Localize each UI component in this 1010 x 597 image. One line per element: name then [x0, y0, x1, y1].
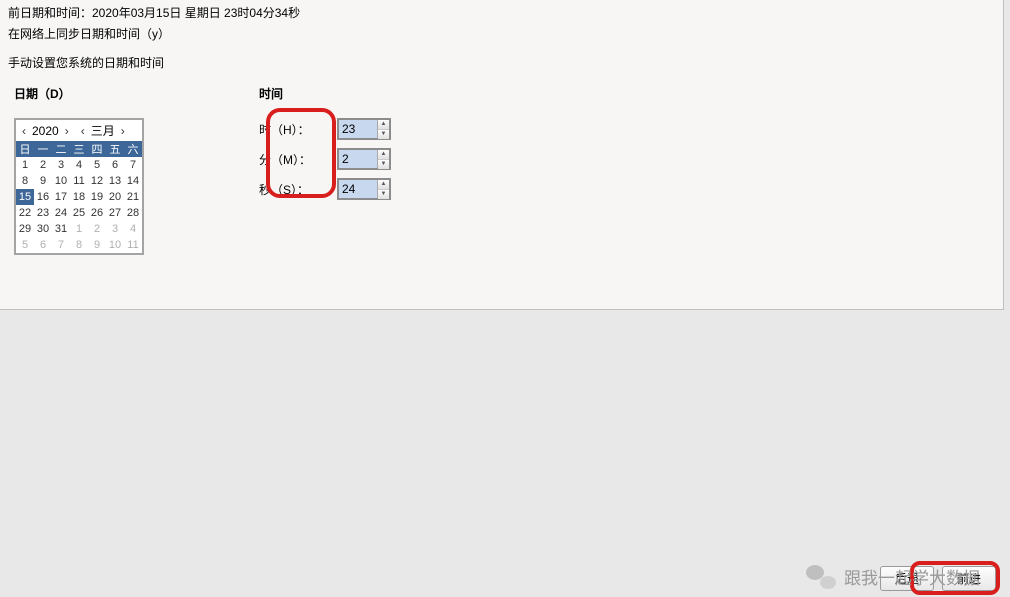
calendar-day[interactable]: 9 [34, 173, 52, 189]
calendar-day[interactable]: 6 [34, 237, 52, 253]
calendar-weekday: 五 [106, 141, 124, 157]
second-up-icon[interactable]: ▲ [378, 180, 389, 190]
month-next-icon[interactable]: › [119, 124, 127, 138]
calendar-grid: 日一二三四五六 12345678910111213141516171819202… [16, 141, 142, 253]
calendar-day[interactable]: 8 [70, 237, 88, 253]
minute-input[interactable] [339, 150, 377, 168]
hour-up-icon[interactable]: ▲ [378, 120, 389, 130]
calendar-day[interactable]: 9 [88, 237, 106, 253]
second-input[interactable] [339, 180, 377, 198]
minute-down-icon[interactable]: ▼ [378, 160, 389, 169]
calendar-day[interactable]: 7 [124, 157, 142, 173]
calendar-day[interactable]: 15 [16, 189, 34, 205]
calendar-day[interactable]: 10 [52, 173, 70, 189]
calendar-day[interactable]: 11 [70, 173, 88, 189]
calendar-day[interactable]: 7 [52, 237, 70, 253]
calendar-day[interactable]: 25 [70, 205, 88, 221]
date-section: 日期（D） ‹ 2020 › ‹ 三月 › 日一二三四五六 1234567891… [14, 85, 144, 255]
network-sync-line: 在网络上同步日期和时间（y） [8, 25, 995, 42]
minute-label: 分（M）： [259, 151, 337, 168]
time-section: 时间 时（H）： ▲ ▼ 分（M）： [259, 85, 391, 255]
second-down-icon[interactable]: ▼ [378, 190, 389, 199]
minute-up-icon[interactable]: ▲ [378, 150, 389, 160]
calendar-year[interactable]: 2020 [30, 124, 61, 138]
calendar-weekday: 二 [52, 141, 70, 157]
month-prev-icon[interactable]: ‹ [79, 124, 87, 138]
calendar-day[interactable]: 3 [106, 221, 124, 237]
calendar-day[interactable]: 11 [124, 237, 142, 253]
calendar-day[interactable]: 2 [88, 221, 106, 237]
calendar-weekday: 日 [16, 141, 34, 157]
calendar-day[interactable]: 12 [88, 173, 106, 189]
second-label: 秒（S）： [259, 181, 337, 198]
calendar-day[interactable]: 29 [16, 221, 34, 237]
calendar-day[interactable]: 20 [106, 189, 124, 205]
calendar-day[interactable]: 2 [34, 157, 52, 173]
calendar-day[interactable]: 13 [106, 173, 124, 189]
bottom-button-bar: 后退 前进 [880, 566, 996, 591]
calendar-day[interactable]: 3 [52, 157, 70, 173]
calendar-day[interactable]: 18 [70, 189, 88, 205]
calendar-weekday: 一 [34, 141, 52, 157]
time-label: 时间 [259, 85, 391, 102]
calendar-day[interactable]: 16 [34, 189, 52, 205]
calendar-day[interactable]: 4 [70, 157, 88, 173]
calendar-day[interactable]: 26 [88, 205, 106, 221]
next-button[interactable]: 前进 [942, 566, 996, 591]
calendar-day[interactable]: 19 [88, 189, 106, 205]
calendar-day[interactable]: 21 [124, 189, 142, 205]
second-spinner[interactable]: ▲ ▼ [337, 178, 391, 200]
wechat-icon [806, 565, 836, 589]
calendar-day[interactable]: 30 [34, 221, 52, 237]
calendar-day[interactable]: 24 [52, 205, 70, 221]
calendar-day[interactable]: 1 [16, 157, 34, 173]
year-prev-icon[interactable]: ‹ [20, 124, 28, 138]
calendar-day[interactable]: 10 [106, 237, 124, 253]
calendar[interactable]: ‹ 2020 › ‹ 三月 › 日一二三四五六 1234567891011121… [14, 118, 144, 255]
calendar-day[interactable]: 22 [16, 205, 34, 221]
calendar-day[interactable]: 17 [52, 189, 70, 205]
calendar-day[interactable]: 1 [70, 221, 88, 237]
calendar-day[interactable]: 5 [88, 157, 106, 173]
calendar-day[interactable]: 4 [124, 221, 142, 237]
calendar-weekday: 六 [124, 141, 142, 157]
calendar-month[interactable]: 三月 [89, 122, 117, 139]
calendar-weekday: 三 [70, 141, 88, 157]
date-label: 日期（D） [14, 85, 144, 102]
year-next-icon[interactable]: › [63, 124, 71, 138]
calendar-day[interactable]: 8 [16, 173, 34, 189]
back-button[interactable]: 后退 [880, 566, 934, 591]
calendar-day[interactable]: 5 [16, 237, 34, 253]
calendar-day[interactable]: 14 [124, 173, 142, 189]
hour-spinner[interactable]: ▲ ▼ [337, 118, 391, 140]
hour-input[interactable] [339, 120, 377, 138]
calendar-day[interactable]: 27 [106, 205, 124, 221]
hour-label: 时（H）： [259, 121, 337, 138]
calendar-day[interactable]: 6 [106, 157, 124, 173]
current-datetime-line: 前日期和时间：2020年03月15日 星期日 23时04分34秒 [8, 4, 995, 21]
calendar-day[interactable]: 28 [124, 205, 142, 221]
minute-spinner[interactable]: ▲ ▼ [337, 148, 391, 170]
settings-panel: 前日期和时间：2020年03月15日 星期日 23时04分34秒 在网络上同步日… [0, 0, 1004, 310]
calendar-weekday: 四 [88, 141, 106, 157]
calendar-day[interactable]: 23 [34, 205, 52, 221]
hour-down-icon[interactable]: ▼ [378, 130, 389, 139]
calendar-day[interactable]: 31 [52, 221, 70, 237]
calendar-nav: ‹ 2020 › ‹ 三月 › [16, 120, 142, 141]
manual-set-line: 手动设置您系统的日期和时间 [8, 54, 995, 71]
